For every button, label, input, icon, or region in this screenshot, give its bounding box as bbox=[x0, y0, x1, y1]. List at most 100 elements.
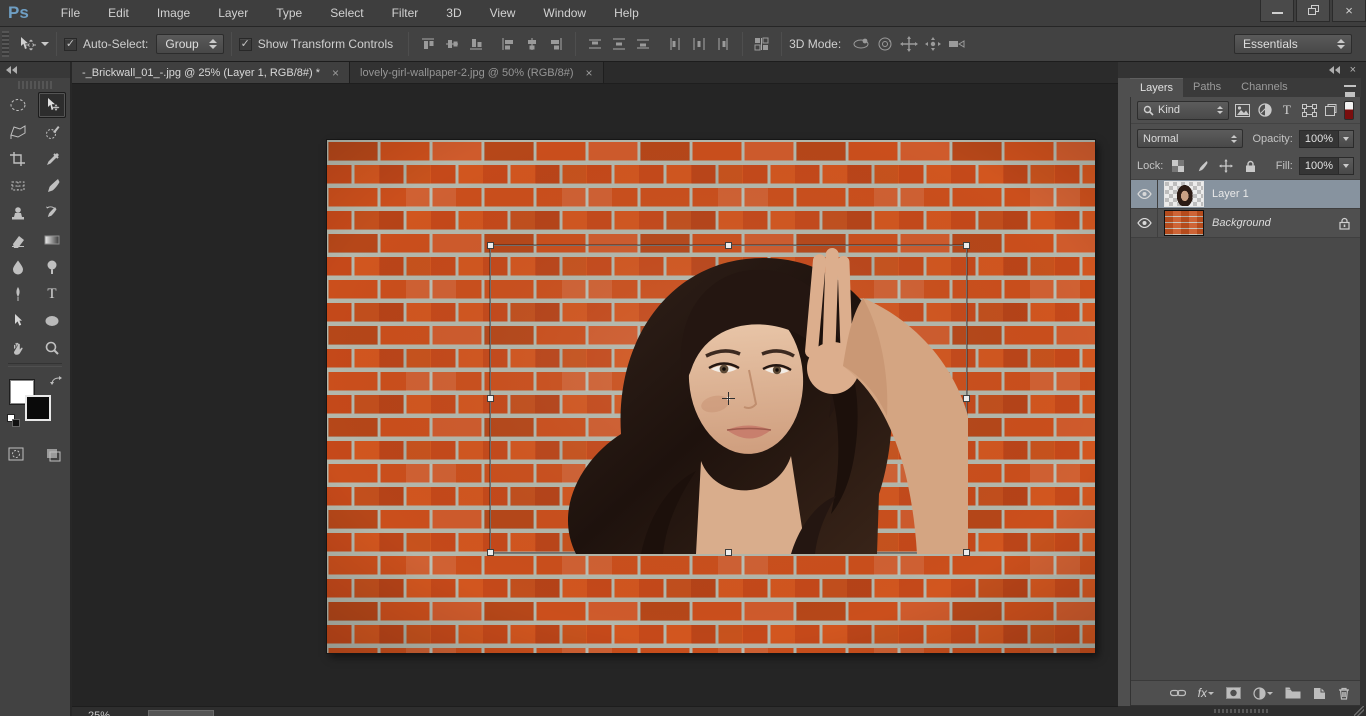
tab-close-icon[interactable]: × bbox=[586, 66, 593, 80]
fill-dropdown-button[interactable] bbox=[1339, 157, 1354, 175]
layer-filter-kind-dropdown[interactable]: Kind bbox=[1137, 101, 1229, 120]
tab-paths[interactable]: Paths bbox=[1183, 78, 1231, 97]
layer-thumbnail[interactable] bbox=[1164, 210, 1204, 236]
3d-rotate-camera-icon[interactable] bbox=[849, 32, 873, 56]
layer-visibility-toggle[interactable] bbox=[1131, 180, 1158, 209]
zoom-tool[interactable] bbox=[38, 335, 66, 361]
corner-resize-grip[interactable] bbox=[1354, 706, 1364, 716]
align-left-edges-icon[interactable] bbox=[496, 32, 520, 56]
dodge-tool[interactable] bbox=[38, 254, 66, 280]
fill-field[interactable]: 100% bbox=[1299, 157, 1354, 175]
transform-handle-bottom-middle[interactable] bbox=[725, 549, 732, 556]
tab-close-icon[interactable]: × bbox=[332, 66, 339, 80]
menu-window[interactable]: Window bbox=[529, 0, 600, 27]
collapse-panels-icon[interactable] bbox=[1329, 66, 1340, 74]
layer-name[interactable]: Layer 1 bbox=[1212, 188, 1249, 200]
restore-button[interactable] bbox=[1296, 0, 1330, 22]
transform-handle-bottom-right[interactable] bbox=[963, 549, 970, 556]
elliptical-marquee-tool[interactable] bbox=[4, 92, 32, 118]
document-tab-lovely-girl[interactable]: lovely-girl-wallpaper-2.jpg @ 50% (RGB/8… bbox=[350, 62, 604, 83]
transform-handle-top-right[interactable] bbox=[963, 242, 970, 249]
opacity-dropdown-button[interactable] bbox=[1339, 130, 1354, 148]
distribute-top-edges-icon[interactable] bbox=[583, 32, 607, 56]
pen-tool[interactable] bbox=[4, 281, 32, 307]
swap-colors-icon[interactable] bbox=[49, 375, 63, 388]
default-colors-icon[interactable] bbox=[7, 414, 20, 427]
transform-reference-point[interactable] bbox=[722, 392, 735, 405]
align-bottom-edges-icon[interactable] bbox=[464, 32, 488, 56]
distribute-vertical-centers-icon[interactable] bbox=[607, 32, 631, 56]
new-adjustment-layer-button[interactable] bbox=[1253, 687, 1273, 700]
move-tool-preset-icon[interactable] bbox=[15, 32, 39, 56]
quick-selection-tool[interactable] bbox=[38, 119, 66, 145]
type-tool[interactable]: T bbox=[38, 281, 66, 307]
distribute-left-edges-icon[interactable] bbox=[663, 32, 687, 56]
layer-visibility-toggle[interactable] bbox=[1131, 209, 1158, 238]
brush-tool[interactable] bbox=[38, 173, 66, 199]
menu-layer[interactable]: Layer bbox=[204, 0, 262, 27]
auto-select-checkbox[interactable]: ✓ bbox=[64, 38, 77, 51]
menu-select[interactable]: Select bbox=[316, 0, 377, 27]
document-tab-brickwall[interactable]: -_Brickwall_01_-.jpg @ 25% (Layer 1, RGB… bbox=[72, 62, 350, 83]
auto-align-layers-icon[interactable] bbox=[750, 32, 774, 56]
menu-type[interactable]: Type bbox=[262, 0, 316, 27]
new-layer-button[interactable] bbox=[1313, 687, 1326, 700]
distribute-bottom-edges-icon[interactable] bbox=[631, 32, 655, 56]
add-layer-mask-button[interactable] bbox=[1226, 687, 1241, 699]
shape-layer-filter-icon[interactable] bbox=[1300, 101, 1318, 120]
tools-panel-grip[interactable] bbox=[18, 81, 52, 89]
fill-value[interactable]: 100% bbox=[1299, 157, 1339, 175]
blend-mode-dropdown[interactable]: Normal bbox=[1137, 129, 1243, 148]
ellipse-shape-tool[interactable] bbox=[38, 308, 66, 334]
patch-tool[interactable] bbox=[4, 173, 32, 199]
layer-style-fx-button[interactable]: fx bbox=[1198, 686, 1214, 700]
menu-image[interactable]: Image bbox=[143, 0, 204, 27]
menu-3d[interactable]: 3D bbox=[432, 0, 475, 27]
close-panel-icon[interactable]: × bbox=[1350, 65, 1356, 75]
dock-resize-grip[interactable] bbox=[1214, 709, 1270, 713]
gradient-tool[interactable] bbox=[38, 227, 66, 253]
3d-zoom-camera-icon[interactable] bbox=[945, 32, 969, 56]
lock-transparent-pixels-icon[interactable] bbox=[1169, 157, 1187, 175]
link-layers-button[interactable] bbox=[1170, 688, 1186, 698]
menu-file[interactable]: File bbox=[47, 0, 94, 27]
smart-object-filter-icon[interactable] bbox=[1322, 101, 1340, 120]
blur-tool[interactable] bbox=[4, 254, 32, 280]
hand-tool[interactable] bbox=[4, 335, 32, 361]
distribute-horizontal-centers-icon[interactable] bbox=[687, 32, 711, 56]
align-horizontal-centers-icon[interactable] bbox=[520, 32, 544, 56]
eyedropper-tool[interactable] bbox=[38, 146, 66, 172]
document-viewport[interactable] bbox=[72, 84, 1118, 706]
close-button[interactable]: × bbox=[1332, 0, 1366, 22]
show-transform-controls-checkbox[interactable]: ✓ bbox=[239, 38, 252, 51]
menu-filter[interactable]: Filter bbox=[378, 0, 433, 27]
filter-toggle-switch[interactable] bbox=[1344, 101, 1354, 120]
options-bar-grip[interactable] bbox=[2, 31, 9, 57]
clone-stamp-tool[interactable] bbox=[4, 200, 32, 226]
layer-row-background[interactable]: Background bbox=[1131, 209, 1360, 238]
type-layer-filter-icon[interactable]: T bbox=[1278, 101, 1296, 120]
menu-edit[interactable]: Edit bbox=[94, 0, 143, 27]
delete-layer-button[interactable] bbox=[1338, 687, 1350, 700]
workspace-switcher-dropdown[interactable]: Essentials bbox=[1234, 34, 1352, 54]
opacity-value[interactable]: 100% bbox=[1299, 130, 1339, 148]
crop-tool[interactable] bbox=[4, 146, 32, 172]
lock-image-pixels-icon[interactable] bbox=[1193, 157, 1211, 175]
3d-drag-camera-icon[interactable] bbox=[897, 32, 921, 56]
tool-preset-caret[interactable] bbox=[41, 42, 49, 46]
quick-mask-mode-button[interactable] bbox=[2, 441, 30, 467]
screen-mode-button[interactable] bbox=[40, 441, 68, 467]
align-top-edges-icon[interactable] bbox=[416, 32, 440, 56]
3d-slide-camera-icon[interactable] bbox=[921, 32, 945, 56]
layer-thumbnail[interactable] bbox=[1164, 181, 1204, 207]
transform-handle-top-middle[interactable] bbox=[725, 242, 732, 249]
collapse-tools-button[interactable] bbox=[0, 62, 70, 78]
path-selection-tool[interactable] bbox=[4, 308, 32, 334]
auto-select-target-dropdown[interactable]: Group bbox=[156, 34, 223, 54]
lock-position-icon[interactable] bbox=[1217, 157, 1235, 175]
adjustment-layer-filter-icon[interactable] bbox=[1256, 101, 1274, 120]
panel-menu-button[interactable] bbox=[1339, 78, 1361, 97]
transform-handle-middle-left[interactable] bbox=[487, 395, 494, 402]
layer-name[interactable]: Background bbox=[1212, 217, 1271, 229]
free-transform-bounding-box[interactable] bbox=[490, 245, 967, 553]
